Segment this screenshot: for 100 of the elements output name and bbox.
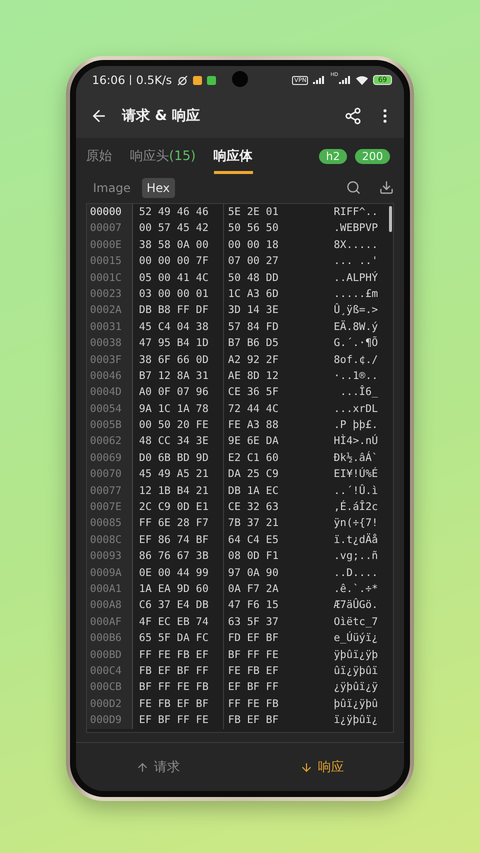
hex-bytes: 50 56 50 [223,220,293,237]
nav-button[interactable]: 请求 [76,757,240,777]
hex-bytes: C6 37 E4 DB [138,598,210,614]
offset-cell: 00054 [87,400,133,418]
hex-bytes: 1C A3 6D [223,286,293,302]
hex-bytes: D0 6B BD 9D [138,450,210,466]
hex-bytes: FE FB EF BF [138,696,210,712]
ascii-text: .vg;..ñ [332,549,379,564]
hex-bytes: FB EF BF [223,712,293,728]
hex-bytes: 57 84 FD [223,318,293,336]
hex-bytes: 0A F7 2A [223,580,293,598]
ascii-text: ¿ÿþûï¿ÿ [332,680,379,696]
offset-cell: 00069 [87,450,133,466]
hex-bytes: EF 86 74 BF [138,532,210,548]
hex-bytes: B7 B6 D5 [223,335,293,352]
offset-cell: 000D9 [87,712,133,728]
hex-bytes: FD EF BF [223,630,293,647]
hex-bytes: DA 25 C9 [223,466,293,483]
offset-cell: 00031 [87,318,133,336]
offset-cell: 000B6 [87,630,133,647]
ascii-text: Ðk½.âÁ` [332,450,379,466]
status-badge: 200 [355,148,390,164]
hex-bytes: 4F EC EB 74 [138,614,210,630]
tab[interactable]: 原始 [86,138,112,174]
offset-cell: 00085 [87,515,133,532]
hex-bytes: 72 44 4C [223,400,293,418]
hex-bytes: FE A3 88 [223,417,293,434]
offset-cell: 000CB [87,679,133,696]
hex-bytes: 00 00 18 [223,236,293,254]
hex-bytes: 2C C9 0D E1 [138,500,210,516]
scrollbar [389,206,392,232]
hex-bytes: 9A 1C 1A 78 [138,402,210,417]
hex-bytes: CE 32 63 [223,499,293,516]
share-icon[interactable] [344,107,362,125]
ascii-text: EI¥!Ú%É [332,466,379,482]
hex-bytes: BF FF FE FB [138,680,210,696]
ascii-text: RIFF^.. [332,205,379,220]
ascii-text: Û¸ÿß=.> [332,302,379,318]
hex-bytes: A2 92 2F [223,352,293,368]
offset-cell: 000C4 [87,662,133,680]
hex-bytes: FF 6E 28 F7 [138,516,210,532]
offset-cell: 0001C [87,270,133,286]
offset-cell: 00000 [87,204,133,220]
hex-bytes: 1A EA 9D 60 [138,582,210,597]
ascii-text: Æ7äÛGö. [332,597,379,614]
offset-cell: 0005B [87,417,133,434]
hex-bytes: B7 12 8A 31 [138,368,210,384]
hex-bytes: 00 57 45 42 [138,221,210,236]
camera-hole [232,71,248,87]
ascii-text: ...xrDL [332,402,379,417]
hex-bytes: DB 1A EC [223,482,293,500]
ascii-text: .WEBPVP [332,221,379,236]
hex-bytes: A0 0F 07 96 [138,385,210,400]
hex-bytes: 7B 37 21 [223,515,293,532]
network-speed: 0.5K/s [136,73,172,87]
offset-cell: 000D2 [87,696,133,712]
download-icon[interactable] [379,180,394,195]
ascii-text: ...Î6_ [339,384,379,400]
hex-bytes: AE 8D 12 [223,368,293,384]
hex-bytes: 00 50 20 FE [138,418,210,434]
tab[interactable]: 响应体 [214,138,253,174]
arrow-down-icon [300,760,313,774]
hex-bytes: 47 95 B4 1D [138,336,210,352]
ascii-text: ï.t¿dÄå [332,532,379,548]
ascii-text: G.´.·¶Õ [332,335,379,352]
hex-bytes: FE FB EF [223,662,293,680]
hex-bytes: 45 49 A5 21 [138,467,210,482]
ascii-text: .ê.`.÷* [332,582,379,597]
ascii-text: ûï¿ÿþûï [332,664,379,679]
status-badge: h2 [319,148,347,164]
nav-button[interactable]: 响应 [240,757,404,777]
view-mode-tab[interactable]: Image [88,178,136,198]
hex-bytes: 9E 6E DA [223,433,293,450]
hex-bytes: FF FE FB EF [138,648,210,663]
ascii-text: .....£m [332,286,379,302]
alarm-off-icon [176,74,188,86]
hex-bytes: DB B8 FF DF [138,303,210,318]
hex-bytes: FF FE FB [223,696,293,712]
offset-cell: 0000E [87,236,133,254]
hex-bytes: 5E 2E 01 [223,204,293,220]
hex-bytes: FB EF BF FF [138,664,210,679]
search-icon[interactable] [346,180,361,195]
offset-cell: 00007 [87,220,133,237]
ascii-text: ï¿ÿþûï¿ [332,713,379,728]
offset-cell: 000BD [87,646,133,663]
hex-bytes: BF FF FE [223,646,293,663]
offset-cell: 00070 [87,466,133,483]
hex-bytes: 08 0D F1 [223,548,293,565]
ascii-text: ... ..' [332,254,379,270]
ascii-text: ..´!Û.ì [332,483,379,499]
back-icon[interactable] [90,107,108,125]
ascii-text: e_Úüýï¿ [332,630,379,646]
hex-bytes: 05 00 41 4C [138,270,210,286]
offset-cell: 0002A [87,302,133,319]
hex-bytes: 86 76 67 3B [138,549,210,564]
offset-cell: 00062 [87,433,133,450]
view-mode-tab[interactable]: Hex [142,178,175,198]
offset-cell: 000A1 [87,580,133,598]
tab[interactable]: 响应头(15) [130,138,196,174]
hex-bytes: 38 6F 66 0D [138,352,210,368]
